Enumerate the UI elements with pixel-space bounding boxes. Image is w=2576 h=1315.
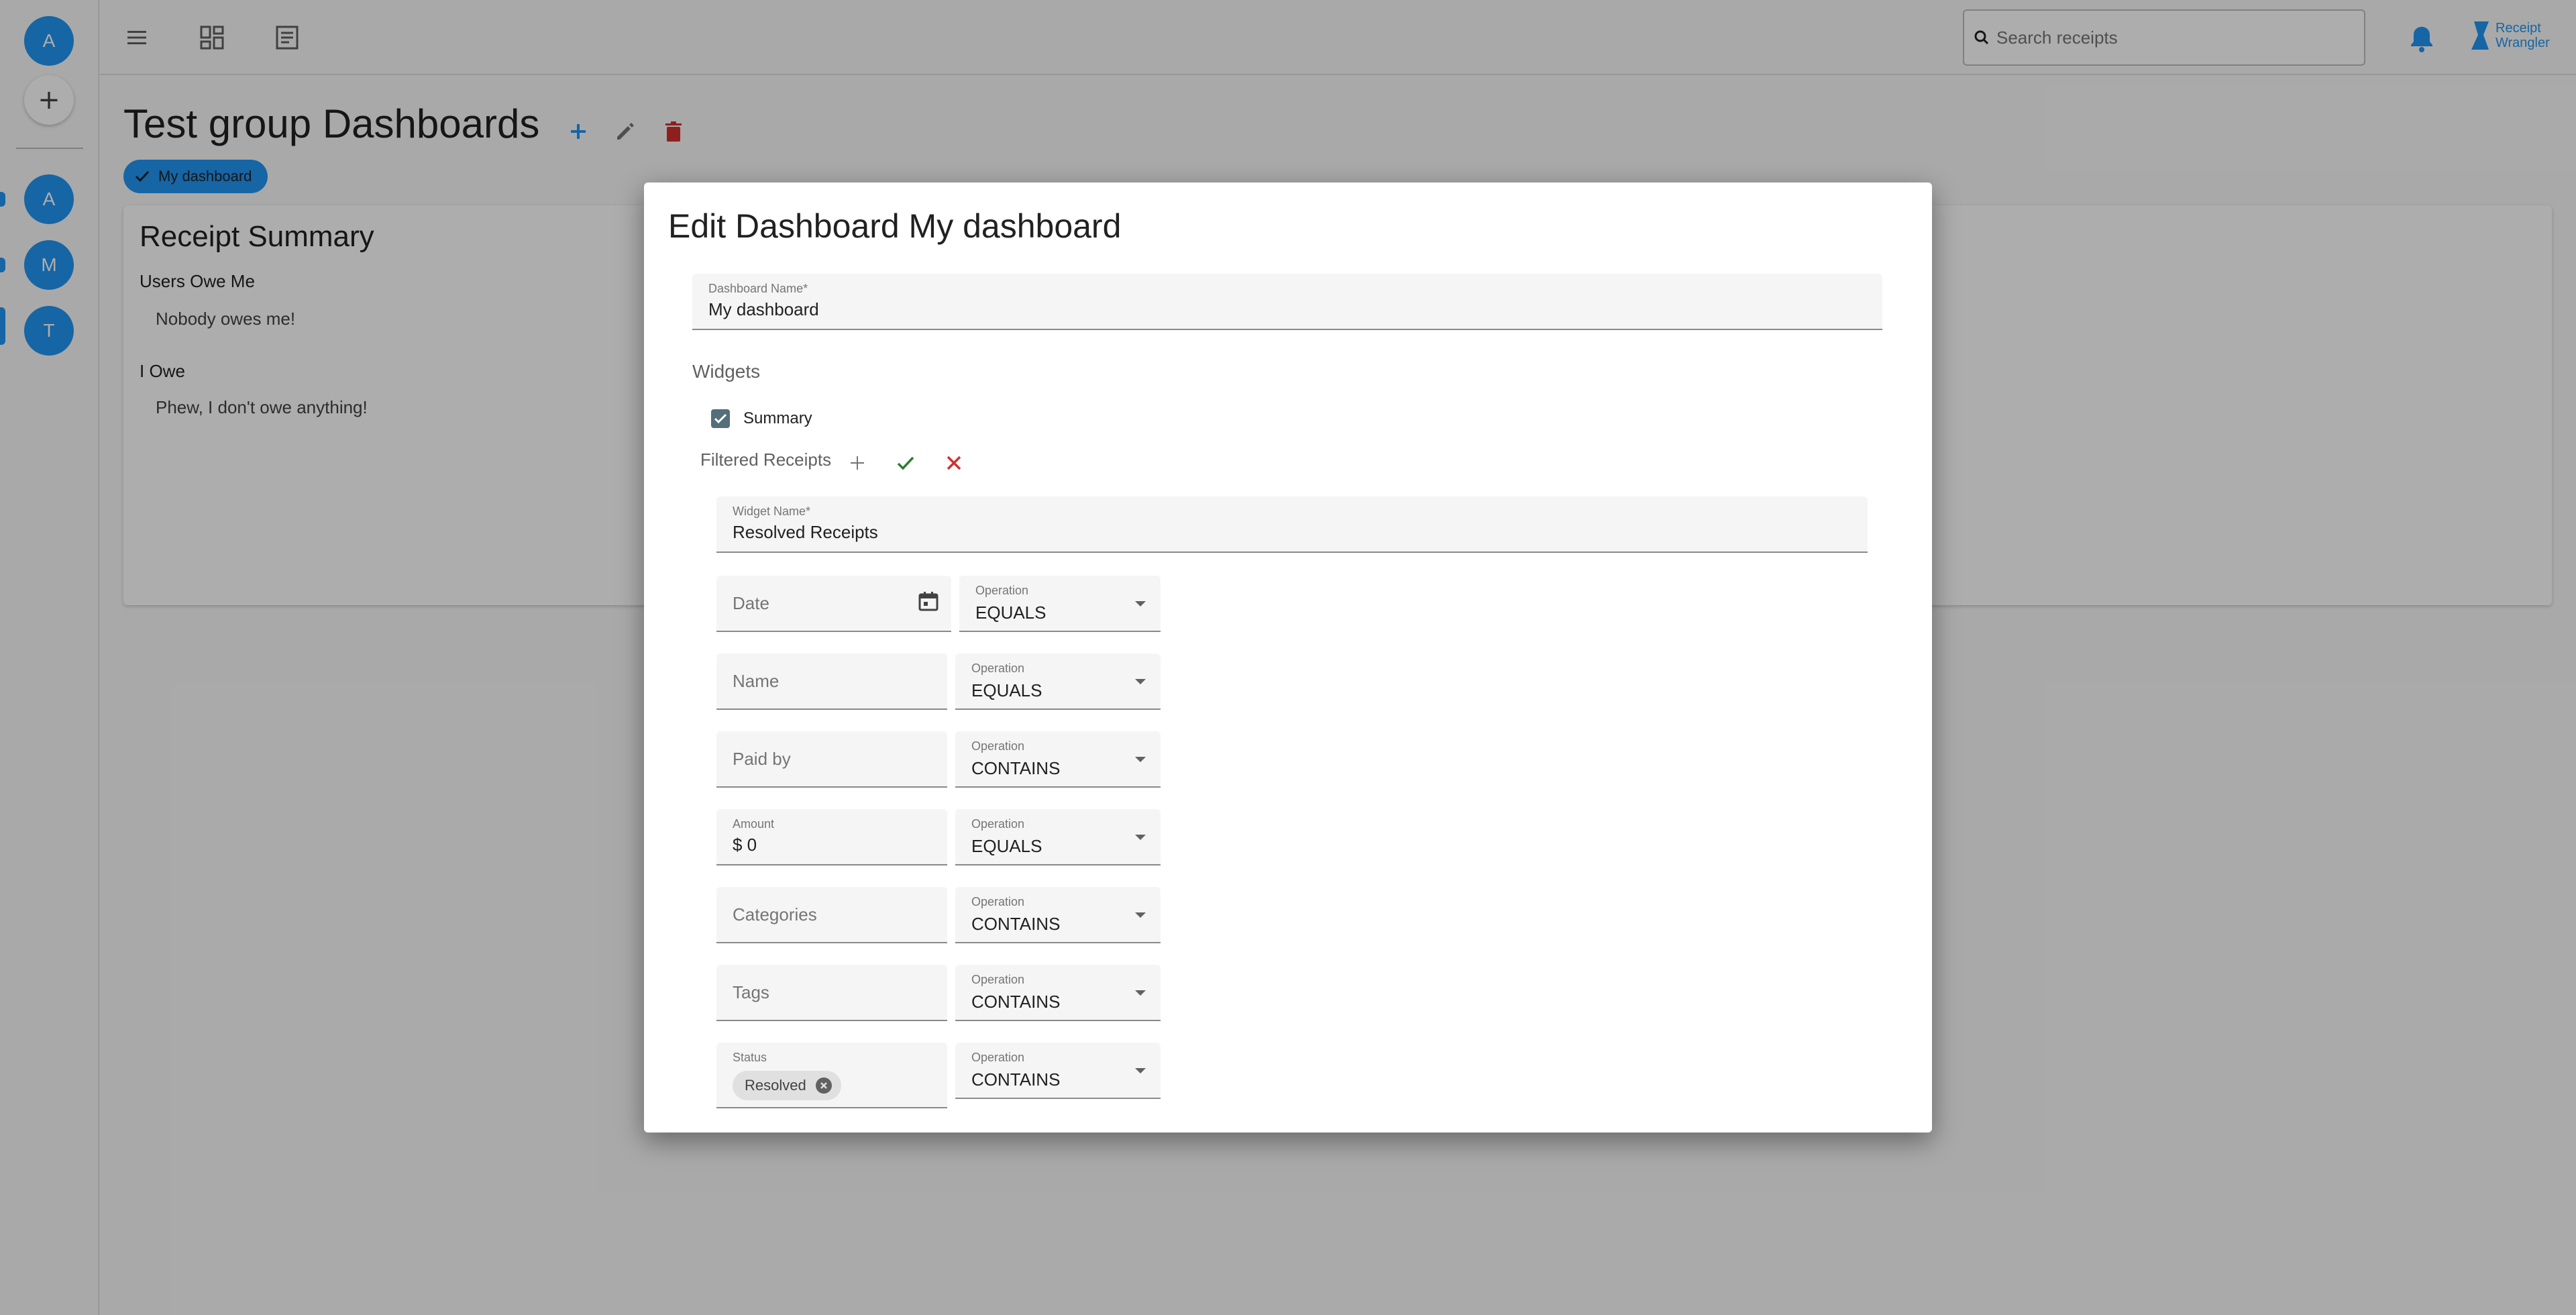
operation-value: CONTAINS bbox=[971, 1069, 1061, 1090]
operation-value: EQUALS bbox=[971, 836, 1042, 856]
status-operation-select[interactable]: Operation CONTAINS bbox=[955, 1043, 1161, 1099]
field-label: Widget Name* bbox=[733, 505, 811, 518]
date-operation-select[interactable]: Operation EQUALS bbox=[959, 576, 1161, 632]
name-operation-select[interactable]: Operation EQUALS bbox=[955, 653, 1161, 710]
operation-label: Operation bbox=[975, 584, 1029, 597]
filtered-receipts-label: Filtered Receipts bbox=[700, 450, 832, 470]
operation-value: EQUALS bbox=[975, 602, 1046, 623]
operation-value: EQUALS bbox=[971, 680, 1042, 700]
field-label: Dashboard Name* bbox=[708, 282, 808, 295]
chevron-down-icon bbox=[1135, 1068, 1146, 1073]
chevron-down-icon bbox=[1135, 912, 1146, 918]
name-placeholder: Name bbox=[733, 671, 780, 691]
categories-placeholder: Categories bbox=[733, 904, 817, 925]
chevron-down-icon bbox=[1135, 990, 1146, 996]
paid-by-placeholder: Paid by bbox=[733, 749, 791, 769]
tags-filter-field[interactable]: Tags bbox=[716, 965, 947, 1021]
chevron-down-icon bbox=[1135, 679, 1146, 684]
close-icon bbox=[947, 456, 961, 470]
operation-label: Operation bbox=[971, 973, 1025, 986]
categories-filter-field[interactable]: Categories bbox=[716, 887, 947, 943]
status-chip-resolved[interactable]: Resolved bbox=[733, 1071, 841, 1100]
remove-chip-icon[interactable] bbox=[815, 1077, 832, 1094]
chevron-down-icon bbox=[1135, 601, 1146, 607]
widget-name-value: Resolved Receipts bbox=[733, 522, 878, 542]
check-icon bbox=[714, 413, 727, 424]
operation-label: Operation bbox=[971, 739, 1025, 753]
calendar-icon[interactable] bbox=[918, 590, 939, 612]
paid-by-filter-field[interactable]: Paid by bbox=[716, 731, 947, 788]
widget-name-field[interactable]: Widget Name* Resolved Receipts bbox=[716, 496, 1868, 553]
operation-label: Operation bbox=[971, 895, 1025, 908]
operation-value: CONTAINS bbox=[971, 992, 1061, 1012]
amount-filter-field[interactable]: Amount $ 0 bbox=[716, 809, 947, 865]
operation-label: Operation bbox=[971, 817, 1025, 831]
check-icon bbox=[897, 456, 914, 470]
amount-value: $ 0 bbox=[733, 835, 757, 855]
amount-operation-select[interactable]: Operation EQUALS bbox=[955, 809, 1161, 865]
status-label: Status bbox=[733, 1051, 767, 1064]
edit-dashboard-dialog: Edit Dashboard My dashboard Dashboard Na… bbox=[644, 182, 1932, 1133]
date-filter-field[interactable]: Date bbox=[716, 576, 951, 632]
operation-label: Operation bbox=[971, 662, 1025, 675]
amount-label: Amount bbox=[733, 817, 775, 831]
name-filter-field[interactable]: Name bbox=[716, 653, 947, 710]
widgets-heading: Widgets bbox=[692, 361, 761, 382]
categories-operation-select[interactable]: Operation CONTAINS bbox=[955, 887, 1161, 943]
paid-by-operation-select[interactable]: Operation CONTAINS bbox=[955, 731, 1161, 788]
chevron-down-icon bbox=[1135, 757, 1146, 762]
dialog-title: Edit Dashboard My dashboard bbox=[668, 207, 1122, 245]
summary-checkbox-label: Summary bbox=[743, 409, 812, 427]
dashboard-name-value: My dashboard bbox=[708, 299, 819, 319]
date-placeholder: Date bbox=[733, 593, 769, 613]
operation-value: CONTAINS bbox=[971, 914, 1061, 934]
add-filter-button[interactable] bbox=[844, 450, 871, 476]
status-filter-field[interactable]: Status Resolved bbox=[716, 1043, 947, 1108]
operation-value: CONTAINS bbox=[971, 758, 1061, 778]
status-chip-label: Resolved bbox=[745, 1077, 806, 1094]
plus-icon bbox=[851, 456, 864, 470]
confirm-widget-button[interactable] bbox=[892, 450, 919, 476]
tags-operation-select[interactable]: Operation CONTAINS bbox=[955, 965, 1161, 1021]
tags-placeholder: Tags bbox=[733, 982, 769, 1002]
remove-widget-button[interactable] bbox=[941, 450, 967, 476]
dashboard-name-field[interactable]: Dashboard Name* My dashboard bbox=[692, 274, 1882, 330]
operation-label: Operation bbox=[971, 1051, 1025, 1064]
chevron-down-icon bbox=[1135, 835, 1146, 840]
summary-checkbox[interactable] bbox=[711, 409, 730, 428]
